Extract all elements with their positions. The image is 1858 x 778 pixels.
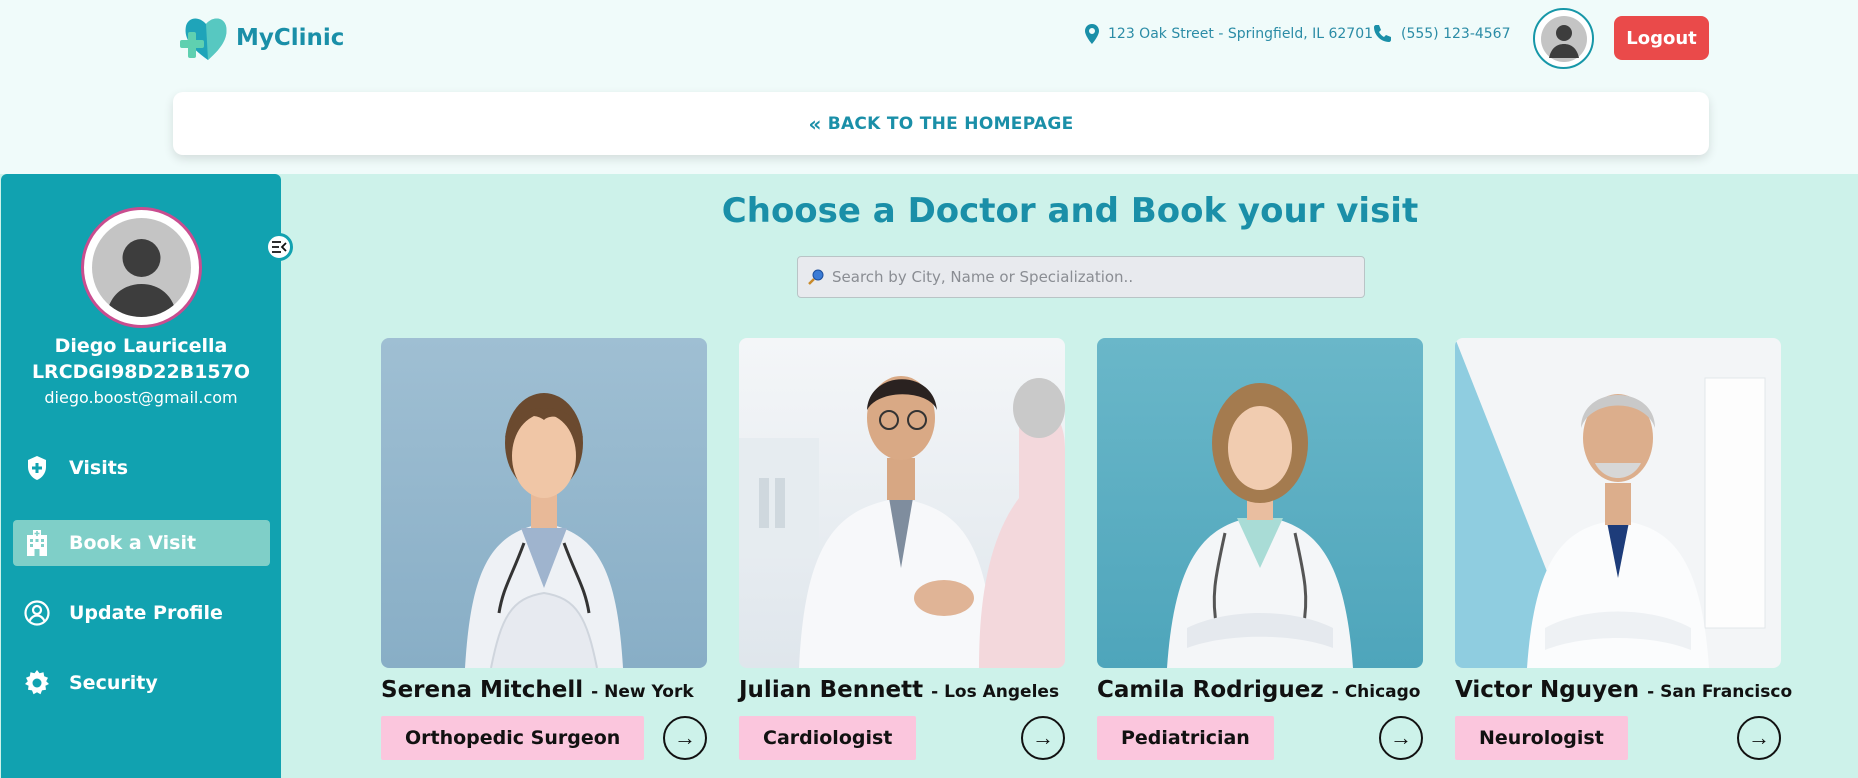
back-link-label: BACK TO THE HOMEPAGE	[827, 113, 1074, 134]
user-name: Diego Lauricella	[54, 335, 228, 357]
doctor-city: Los Angeles	[944, 682, 1060, 702]
doctor-card[interactable]: Serena Mitchell - New York Orthopedic Su…	[381, 338, 707, 760]
gear-icon	[23, 669, 51, 697]
doctor-photo	[1097, 338, 1423, 668]
doctor-name-line: Victor Nguyen - San Francisco	[1455, 677, 1793, 703]
user-avatar[interactable]	[1533, 8, 1594, 69]
profile-avatar	[81, 207, 202, 328]
arrow-right-icon: →	[1390, 725, 1412, 750]
doctor-name-line: Camila Rodriguez - Chicago	[1097, 677, 1421, 703]
sidebar-item-label: Book a Visit	[69, 532, 197, 554]
doctor-photo	[739, 338, 1065, 668]
sidebar-collapse-toggle[interactable]	[265, 233, 293, 261]
shield-plus-icon	[23, 454, 51, 482]
doctor-city: New York	[604, 682, 694, 702]
sidebar-item-security[interactable]: Security	[13, 660, 270, 706]
clinic-address: 123 Oak Street - Springfield, IL 62701	[1085, 24, 1373, 44]
double-chevron-left-icon: «	[808, 111, 822, 136]
search-icon	[808, 269, 824, 285]
doctor-card[interactable]: Camila Rodriguez - Chicago Pediatrician …	[1097, 338, 1423, 760]
user-circle-icon	[23, 599, 51, 627]
specialization-badge: Pediatrician	[1097, 716, 1274, 760]
arrow-right-icon: →	[1032, 725, 1054, 750]
brand-logo[interactable]: MyClinic	[178, 12, 344, 64]
brand-name: MyClinic	[236, 25, 345, 51]
book-doctor-button[interactable]: →	[1021, 716, 1065, 760]
search-input[interactable]	[832, 268, 1352, 286]
doctor-city: Chicago	[1344, 682, 1421, 702]
doctor-name: Serena Mitchell	[381, 677, 584, 703]
back-to-homepage-link[interactable]: « BACK TO THE HOMEPAGE	[808, 112, 1073, 136]
doctor-photo	[381, 338, 707, 668]
phone-text: (555) 123-4567	[1401, 26, 1511, 42]
back-bar: « BACK TO THE HOMEPAGE	[173, 92, 1709, 155]
default-avatar-icon	[1540, 15, 1587, 62]
sidebar: Diego Lauricella LRCDGI98D22B157O diego.…	[1, 174, 293, 778]
default-avatar-icon	[92, 218, 191, 317]
doctor-name-line: Julian Bennett - Los Angeles	[739, 677, 1060, 703]
hospital-icon	[23, 529, 51, 557]
arrow-right-icon: →	[674, 725, 696, 750]
doctor-name: Julian Bennett	[739, 677, 924, 703]
book-doctor-button[interactable]: →	[1379, 716, 1423, 760]
doctor-card[interactable]: Victor Nguyen - San Francisco Neurologis…	[1455, 338, 1792, 760]
arrow-right-icon: →	[1748, 725, 1770, 750]
doctor-card[interactable]: Julian Bennett - Los Angeles Cardiologis…	[739, 338, 1065, 760]
book-doctor-button[interactable]: →	[663, 716, 707, 760]
address-text: 123 Oak Street - Springfield, IL 62701	[1108, 26, 1374, 42]
doctor-name-line: Serena Mitchell - New York	[381, 677, 694, 703]
page-title: Choose a Doctor and Book your visit	[721, 191, 1419, 231]
specialization-badge: Orthopedic Surgeon	[381, 716, 645, 760]
collapse-menu-icon	[272, 241, 287, 253]
search-bar	[797, 256, 1365, 298]
sidebar-item-visits[interactable]: Visits	[13, 445, 270, 491]
map-pin-icon	[1085, 24, 1099, 44]
doctor-name: Camila Rodriguez	[1097, 677, 1324, 703]
clinic-phone: (555) 123-4567	[1372, 24, 1511, 44]
doctor-city: San Francisco	[1660, 682, 1793, 702]
doctor-photo	[1455, 338, 1781, 668]
sidebar-item-label: Visits	[69, 457, 129, 479]
logout-button[interactable]: Logout	[1614, 16, 1709, 60]
phone-icon	[1374, 25, 1391, 42]
user-code: LRCDGI98D22B157O	[31, 361, 251, 383]
sidebar-item-update-profile[interactable]: Update Profile	[13, 590, 270, 636]
specialization-badge: Neurologist	[1455, 716, 1628, 760]
sidebar-item-label: Update Profile	[69, 602, 223, 624]
top-header: MyClinic 123 Oak Street - Springfield, I…	[0, 0, 1858, 76]
sidebar-item-label: Security	[69, 672, 158, 694]
specialization-badge: Cardiologist	[739, 716, 917, 760]
sidebar-item-book-a-visit[interactable]: Book a Visit	[13, 520, 270, 566]
user-email: diego.boost@gmail.com	[44, 388, 238, 407]
book-doctor-button[interactable]: →	[1737, 716, 1781, 760]
doctor-name: Victor Nguyen	[1455, 677, 1640, 703]
heart-cross-logo-icon	[178, 12, 234, 64]
